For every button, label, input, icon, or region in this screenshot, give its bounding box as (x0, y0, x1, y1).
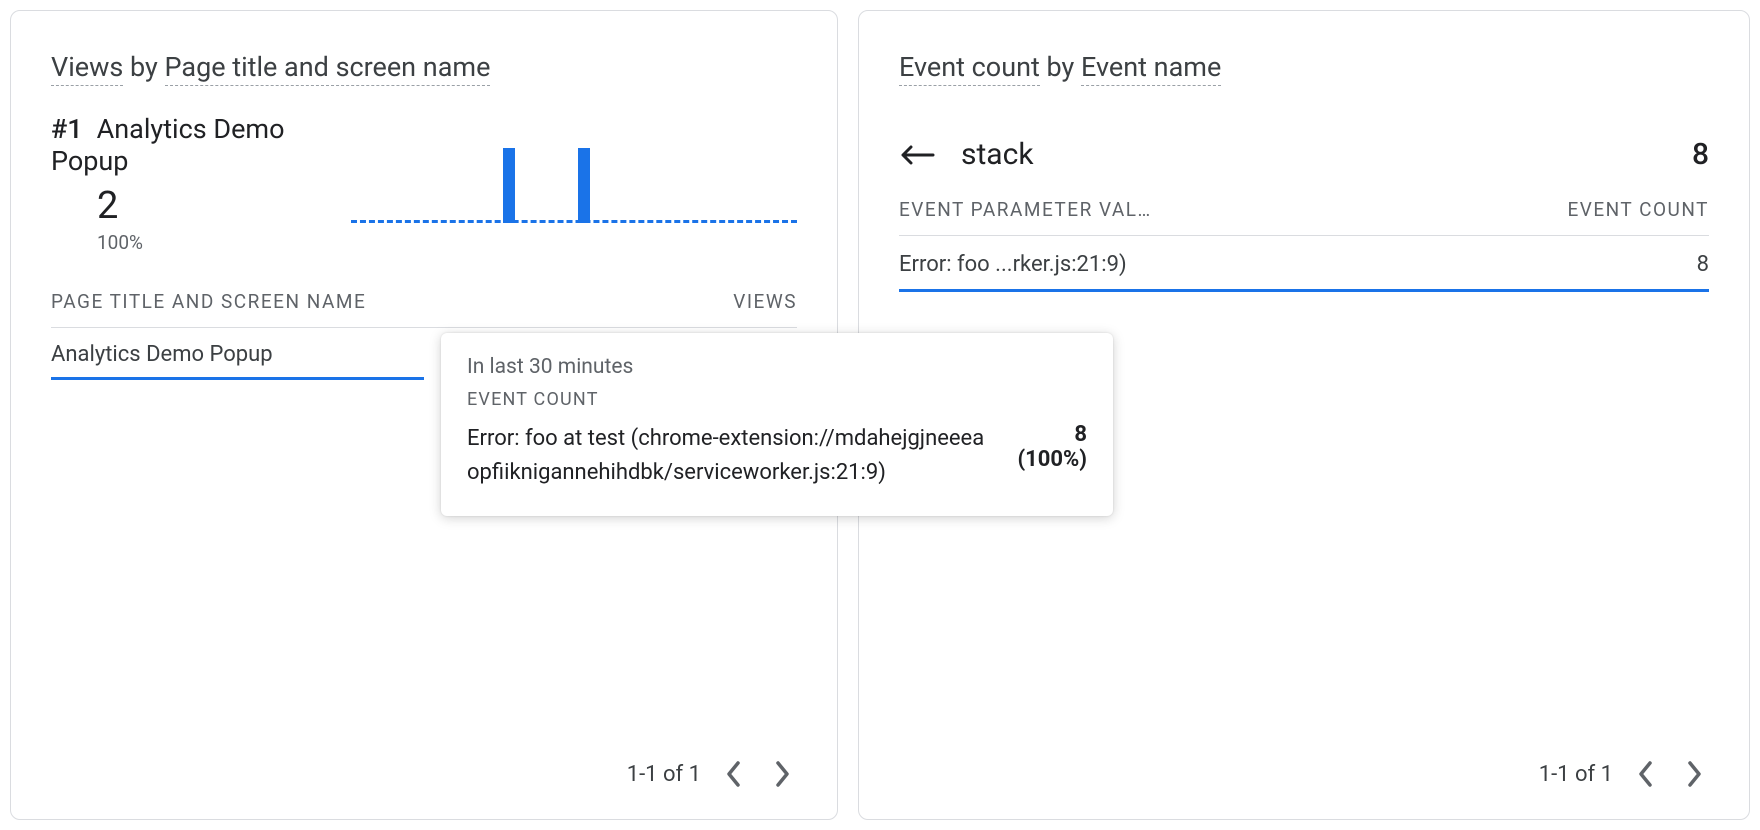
views-table-header: PAGE TITLE AND SCREEN NAME VIEWS (51, 290, 797, 328)
tooltip-timeframe: In last 30 minutes (467, 355, 1087, 379)
events-table-header: EVENT PARAMETER VAL… EVENT COUNT (899, 198, 1709, 236)
events-pager: 1-1 of 1 (899, 759, 1709, 789)
events-card-title: Event count by Event name (899, 51, 1709, 83)
row-param-value: Error: foo ...rker.js:21:9) (899, 252, 1127, 277)
summary-value: 2 (97, 187, 351, 225)
title-dimension[interactable]: Page title and screen name (165, 51, 491, 86)
th-page-title: PAGE TITLE AND SCREEN NAME (51, 290, 366, 313)
sparkline-chart (351, 133, 797, 223)
rank-line: #1Analytics Demo Popup (51, 113, 351, 177)
event-name: stack (961, 137, 1666, 172)
sparkline-bar (578, 148, 590, 223)
chevron-right-icon[interactable] (767, 759, 797, 789)
table-row[interactable]: Error: foo ...rker.js:21:9) 8 (899, 236, 1709, 292)
summary-percent: 100% (97, 231, 351, 254)
tooltip-metric-label: EVENT COUNT (467, 389, 1087, 410)
event-header: stack 8 (899, 137, 1709, 172)
summary-row: #1Analytics Demo Popup 2 100% (51, 113, 797, 254)
tooltip-value: 8 (100%) (1007, 422, 1087, 490)
tooltip-percent: (100%) (1017, 447, 1087, 472)
title-metric[interactable]: Event count (899, 51, 1040, 86)
chevron-right-icon[interactable] (1679, 759, 1709, 789)
th-event-count: EVENT COUNT (1567, 198, 1709, 221)
row-event-count: 8 (1697, 252, 1709, 277)
pager-text: 1-1 of 1 (1539, 762, 1613, 787)
th-views: VIEWS (733, 290, 797, 313)
tooltip-count: 8 (1074, 422, 1087, 447)
rank-number: #1 (51, 113, 83, 145)
title-by: by (123, 51, 164, 83)
views-card-title: Views by Page title and screen name (51, 51, 797, 83)
title-metric[interactable]: Views (51, 51, 123, 86)
table-row[interactable]: Analytics Demo Popup (51, 328, 424, 380)
title-by: by (1040, 51, 1081, 83)
event-total-count: 8 (1692, 137, 1709, 172)
chevron-left-icon[interactable] (719, 759, 749, 789)
sparkline-baseline (351, 220, 797, 223)
sparkline-bar (503, 148, 515, 223)
views-card: Views by Page title and screen name #1An… (10, 10, 838, 820)
chevron-left-icon[interactable] (1631, 759, 1661, 789)
tooltip: In last 30 minutes EVENT COUNT Error: fo… (441, 333, 1113, 516)
arrow-left-icon[interactable] (899, 143, 935, 167)
rank-label: Analytics Demo Popup (51, 113, 284, 177)
views-pager: 1-1 of 1 (51, 759, 797, 789)
tooltip-text: Error: foo at test (chrome-extension://m… (467, 422, 993, 490)
pager-text: 1-1 of 1 (627, 762, 701, 787)
th-param-value: EVENT PARAMETER VAL… (899, 198, 1152, 221)
title-dimension[interactable]: Event name (1081, 51, 1221, 86)
row-page-title: Analytics Demo Popup (51, 342, 273, 367)
